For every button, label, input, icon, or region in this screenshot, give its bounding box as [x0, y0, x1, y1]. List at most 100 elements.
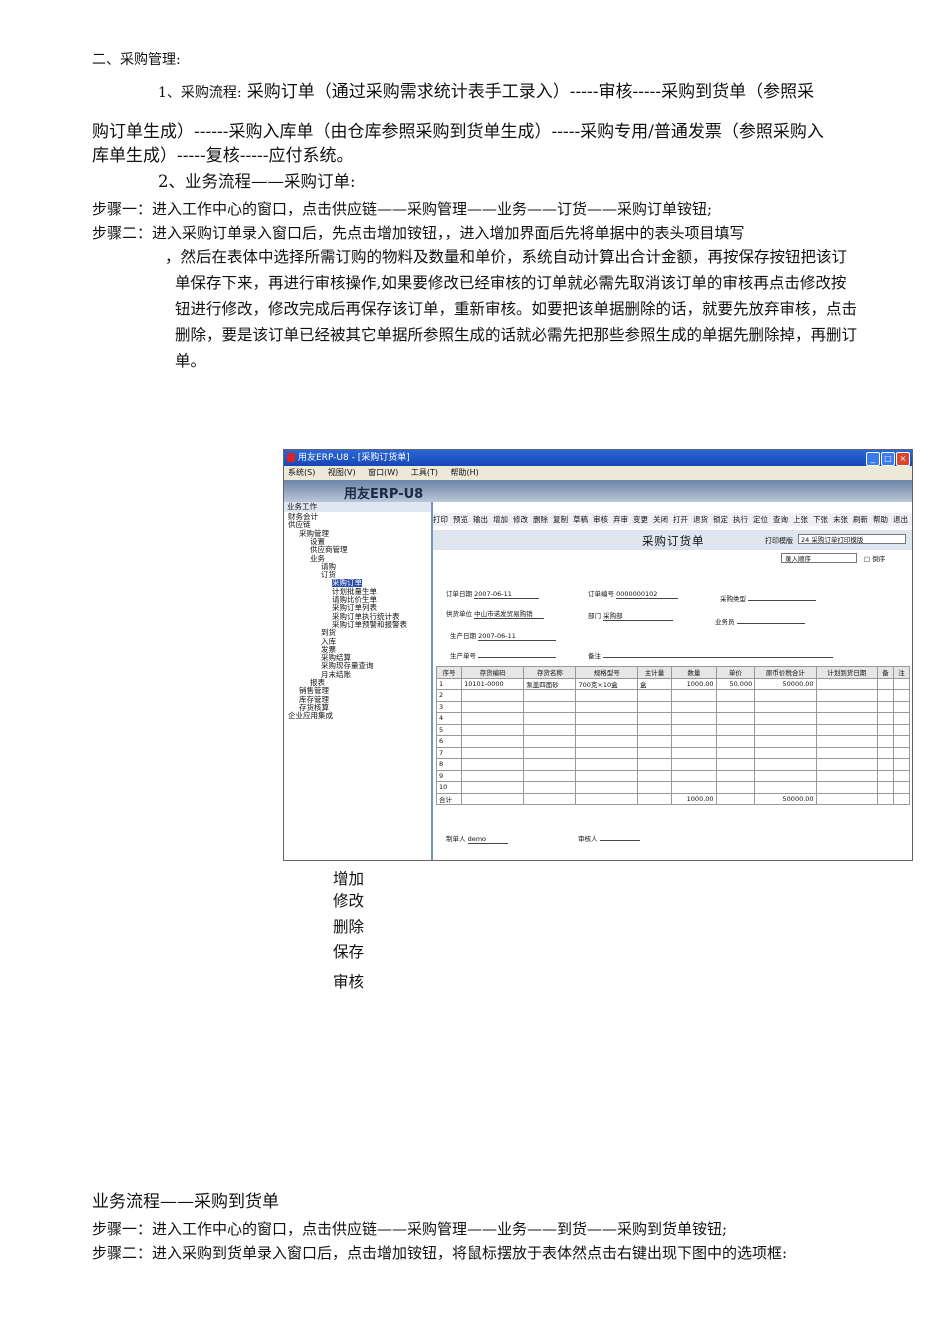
minimize-icon[interactable]: _	[866, 452, 880, 466]
table-cell[interactable]	[671, 700, 717, 713]
tree-item[interactable]: 到货	[321, 629, 336, 637]
table-cell[interactable]	[636, 700, 673, 713]
table-cell[interactable]	[715, 723, 756, 736]
table-cell[interactable]	[575, 723, 638, 736]
table-cell[interactable]	[815, 769, 878, 782]
table-cell[interactable]	[892, 723, 911, 736]
table-cell[interactable]	[754, 689, 817, 702]
table-cell[interactable]	[523, 735, 577, 748]
table-row[interactable]: 8	[435, 758, 911, 771]
table-cell[interactable]	[671, 769, 717, 782]
print-template-select[interactable]: 24 采购订单打印模版	[798, 534, 906, 544]
table-cell[interactable]	[715, 792, 756, 805]
toolbar-button[interactable]: 查询	[773, 515, 788, 524]
table-cell[interactable]	[671, 712, 717, 725]
table-cell[interactable]	[461, 769, 525, 782]
table-cell[interactable]	[461, 758, 525, 771]
toolbar-button[interactable]: 刷新	[853, 515, 868, 524]
table-cell[interactable]: 700克×10盒	[575, 677, 638, 690]
table-cell[interactable]	[815, 746, 878, 759]
order-no-field[interactable]: 订单编号 0000000102	[588, 588, 679, 599]
table-cell[interactable]	[715, 689, 756, 702]
toolbar-button[interactable]: 退出	[893, 515, 908, 524]
table-cell[interactable]	[754, 769, 817, 782]
prod-no-field[interactable]: 生产单号	[450, 650, 557, 660]
table-cell[interactable]	[876, 769, 894, 782]
table-cell[interactable]: 1000.00	[671, 677, 717, 690]
table-cell[interactable]	[892, 689, 911, 702]
table-cell[interactable]	[523, 689, 577, 702]
tree-item[interactable]: 采购订单预警和报警表	[332, 621, 407, 629]
table-cell[interactable]	[815, 758, 878, 771]
toolbar-button[interactable]: 删除	[533, 515, 548, 524]
prod-date-field[interactable]: 生产日期 2007-06-11	[450, 630, 557, 641]
table-cell[interactable]	[461, 712, 525, 725]
table-cell[interactable]: 6	[435, 735, 463, 748]
table-cell[interactable]	[671, 781, 717, 794]
table-cell[interactable]	[876, 781, 894, 794]
table-cell[interactable]	[636, 746, 673, 759]
table-cell[interactable]	[892, 712, 911, 725]
toolbar-button[interactable]: 关闭	[653, 515, 668, 524]
table-cell[interactable]	[815, 712, 878, 725]
toolbar-button[interactable]: 打开	[673, 515, 688, 524]
menu-window[interactable]: 窗口(W)	[368, 468, 398, 477]
table-cell[interactable]: 8	[435, 758, 463, 771]
table-cell[interactable]	[876, 700, 894, 713]
table-cell[interactable]	[575, 792, 638, 805]
toolbar-button[interactable]: 退货	[693, 515, 708, 524]
table-cell[interactable]: 3	[435, 700, 463, 713]
table-row[interactable]: 3	[435, 700, 911, 713]
table-cell[interactable]	[754, 781, 817, 794]
table-cell[interactable]	[892, 792, 911, 805]
table-cell[interactable]	[461, 735, 525, 748]
table-cell[interactable]	[815, 723, 878, 736]
table-cell[interactable]	[461, 723, 525, 736]
menu-system[interactable]: 系统(S)	[288, 468, 315, 477]
toolbar-button[interactable]: 变更	[633, 515, 648, 524]
table-cell[interactable]	[523, 746, 577, 759]
table-cell[interactable]	[754, 723, 817, 736]
table-cell[interactable]	[636, 723, 673, 736]
maximize-icon[interactable]: □	[881, 452, 895, 466]
toolbar-button[interactable]: 复制	[553, 515, 568, 524]
table-cell[interactable]: 10101-0000	[461, 677, 525, 690]
tree-item[interactable]: 销售管理	[299, 687, 329, 695]
table-cell[interactable]: 7	[435, 746, 463, 759]
table-row[interactable]: 合计 1000.00 50000.00	[435, 792, 911, 805]
table-cell[interactable]	[575, 735, 638, 748]
table-row[interactable]: 10	[435, 781, 911, 794]
table-cell[interactable]	[636, 769, 673, 782]
table-cell[interactable]	[636, 758, 673, 771]
table-cell[interactable]	[876, 746, 894, 759]
table-cell[interactable]	[815, 735, 878, 748]
table-cell[interactable]: 4	[435, 712, 463, 725]
table-cell[interactable]	[636, 735, 673, 748]
table-cell[interactable]	[671, 723, 717, 736]
toolbar-button[interactable]: 打印	[433, 515, 448, 524]
toolbar-button[interactable]: 审核	[593, 515, 608, 524]
table-cell[interactable]	[876, 758, 894, 771]
table-cell[interactable]	[892, 677, 911, 690]
table-cell[interactable]	[815, 677, 878, 690]
table-cell[interactable]: 9	[435, 769, 463, 782]
table-cell[interactable]: 10	[435, 781, 463, 794]
menu-help[interactable]: 帮助(H)	[451, 468, 479, 477]
table-cell[interactable]: 泵盖四面砂	[523, 677, 577, 690]
menu-tools[interactable]: 工具(T)	[411, 468, 438, 477]
supplier-field[interactable]: 供货单位 中山市诺发贸易购销	[446, 608, 545, 619]
table-cell[interactable]	[461, 792, 525, 805]
table-row[interactable]: 4	[435, 712, 911, 725]
table-cell[interactable]	[815, 700, 878, 713]
remark-field[interactable]: 备注	[588, 650, 834, 660]
menu-view[interactable]: 视图(V)	[328, 468, 356, 477]
table-cell[interactable]	[575, 769, 638, 782]
table-cell[interactable]	[754, 758, 817, 771]
table-cell[interactable]	[523, 781, 577, 794]
table-cell[interactable]	[575, 689, 638, 702]
toolbar-button[interactable]: 输出	[473, 515, 488, 524]
sort-select[interactable]: 录入顺序	[781, 553, 857, 563]
table-cell[interactable]	[715, 735, 756, 748]
table-cell[interactable]	[461, 781, 525, 794]
table-cell[interactable]	[575, 781, 638, 794]
